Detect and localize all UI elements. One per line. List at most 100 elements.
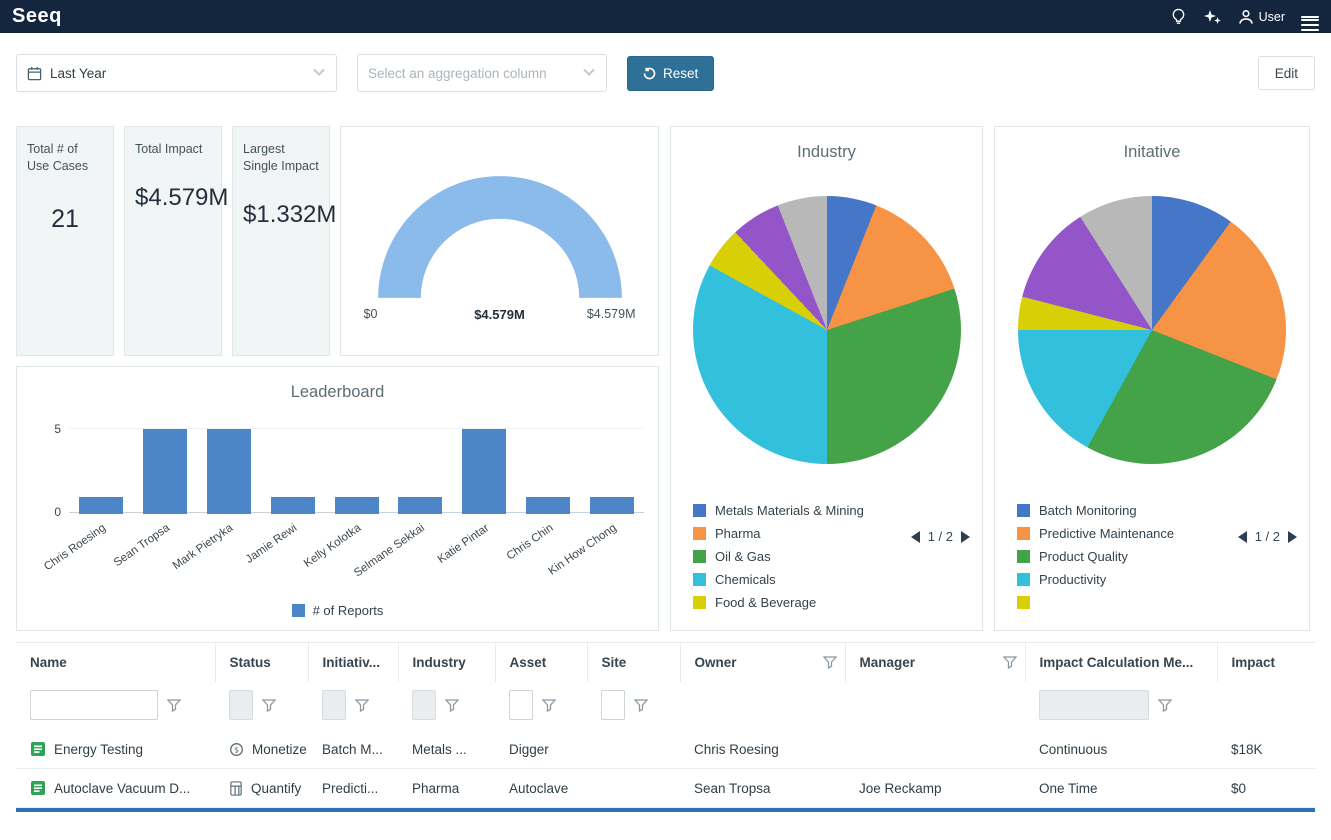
table-cell-asset: Digger [495,730,587,769]
legend-swatch [693,550,706,563]
aggregation-dropdown[interactable]: Select an aggregation column [357,54,607,92]
bar[interactable] [79,497,123,514]
legend-item[interactable] [1017,591,1174,614]
legend-item[interactable]: Food & Beverage [693,591,864,614]
y-axis-tick: 5 [25,422,61,436]
bar[interactable] [143,429,187,514]
horizontal-scrollbar[interactable] [16,808,1315,812]
report-icon [30,741,46,757]
legend-label: Productivity [1039,572,1106,587]
table-cell-industry: Pharma [398,769,495,808]
filter-icon[interactable] [823,656,837,669]
legend-label: Batch Monitoring [1039,503,1137,518]
legend-item[interactable]: Batch Monitoring [1017,499,1174,522]
filter-input-asset[interactable] [509,690,533,720]
bar-series: Chris RoesingSean TropsaMark PietrykaJam… [69,429,644,514]
bar[interactable] [207,429,251,514]
filter-icon[interactable] [1003,656,1017,669]
leaderboard-chart-card: Leaderboard 5 0 Chris RoesingSean Tropsa… [16,366,659,631]
next-page-icon[interactable] [1288,531,1297,543]
legend-item[interactable]: Oil & Gas [693,545,864,568]
column-header-manager[interactable]: Manager [845,643,1025,682]
table-cell-site [587,730,680,769]
filter-icon[interactable] [355,699,369,712]
aggregation-placeholder: Select an aggregation column [368,66,547,81]
table-cell-impact: $0 [1217,769,1315,808]
initiative-pie[interactable] [1018,196,1286,464]
seeq-logo[interactable]: Seeq [12,5,62,28]
lightbulb-icon[interactable] [1170,8,1187,25]
column-header-asset[interactable]: Asset [495,643,587,682]
use-case-name[interactable]: Energy Testing [54,742,143,757]
filter-icon[interactable] [1158,699,1172,712]
filter-input-impact-calculation[interactable] [1039,690,1149,720]
initiative-legend: Batch MonitoringPredictive MaintenancePr… [1017,499,1174,614]
edit-button[interactable]: Edit [1258,56,1315,90]
date-range-dropdown[interactable]: Last Year [16,54,337,92]
legend-item[interactable]: Product Quality [1017,545,1174,568]
gauge-arc [364,171,636,303]
bar-slot: Katie Pintar [452,429,516,514]
x-axis-label: Jamie Rewi [244,522,300,566]
legend-swatch [292,604,305,617]
legend-item[interactable]: Productivity [1017,568,1174,591]
bar[interactable] [271,497,315,514]
reset-icon [643,67,656,80]
filter-icon[interactable] [167,699,181,712]
table-row[interactable]: Autoclave Vacuum D...QuantifyPredicti...… [16,769,1315,808]
legend-item[interactable]: Pharma [693,522,864,545]
filter-input-industry[interactable] [412,690,436,720]
filter-icon[interactable] [634,699,648,712]
initiative-pie-card: Initative Batch MonitoringPredictive Mai… [994,126,1310,631]
legend-swatch [1017,596,1030,609]
sparkles-icon[interactable] [1203,8,1222,26]
reset-button[interactable]: Reset [627,56,714,91]
table-cell-name: Energy Testing [16,730,215,769]
x-axis-label: Kin How Chong [547,522,619,578]
toolbar: Last Year Select an aggregation column R… [0,33,1331,112]
filter-icon[interactable] [445,699,459,712]
bar-slot: Chris Roesing [69,429,133,514]
filter-icon[interactable] [542,699,556,712]
column-header-name[interactable]: Name [16,643,215,682]
filter-icon[interactable] [262,699,276,712]
legend-item[interactable]: Chemicals [693,568,864,591]
table-cell-status: $Monetize [215,730,308,769]
legend-item[interactable]: Predictive Maintenance [1017,522,1174,545]
hamburger-menu-icon[interactable] [1301,13,1319,21]
gauge-min-label: $0 [364,307,475,322]
legend-label: Food & Beverage [715,595,816,610]
kpi-total-impact: Total Impact $4.579M [124,126,222,356]
leaderboard-legend[interactable]: # of Reports [17,603,658,618]
column-header-owner[interactable]: Owner [680,643,845,682]
column-header-impact[interactable]: Impact [1217,643,1315,682]
kpi-largest-single-impact: Largest Single Impact $1.332M [232,126,330,356]
filter-input-initiative[interactable] [322,690,346,720]
filter-input-site[interactable] [601,690,625,720]
column-header-status[interactable]: Status [215,643,308,682]
bar[interactable] [462,429,506,514]
table-row[interactable]: Energy Testing$MonetizeBatch M...Metals … [16,730,1315,769]
next-page-icon[interactable] [961,531,970,543]
legend-swatch [1017,550,1030,563]
bar[interactable] [526,497,570,514]
column-header-site[interactable]: Site [587,643,680,682]
legend-label: Oil & Gas [715,549,771,564]
bar[interactable] [335,497,379,514]
table-cell-status: Quantify [215,769,308,808]
column-header-impact-calculation[interactable]: Impact Calculation Me... [1025,643,1217,682]
table-cell-impact-method: One Time [1025,769,1217,808]
bar[interactable] [398,497,442,514]
industry-pie[interactable] [693,196,961,464]
kpi-label: Largest Single Impact [243,141,319,175]
use-case-name[interactable]: Autoclave Vacuum D... [54,781,190,796]
column-header-initiative[interactable]: Initiativ... [308,643,398,682]
column-header-industry[interactable]: Industry [398,643,495,682]
previous-page-icon[interactable] [1238,531,1247,543]
legend-item[interactable]: Metals Materials & Mining [693,499,864,522]
user-menu[interactable]: User [1238,9,1285,25]
previous-page-icon[interactable] [911,531,920,543]
filter-input-status[interactable] [229,690,253,720]
filter-input-name[interactable] [30,690,158,720]
bar[interactable] [590,497,634,514]
